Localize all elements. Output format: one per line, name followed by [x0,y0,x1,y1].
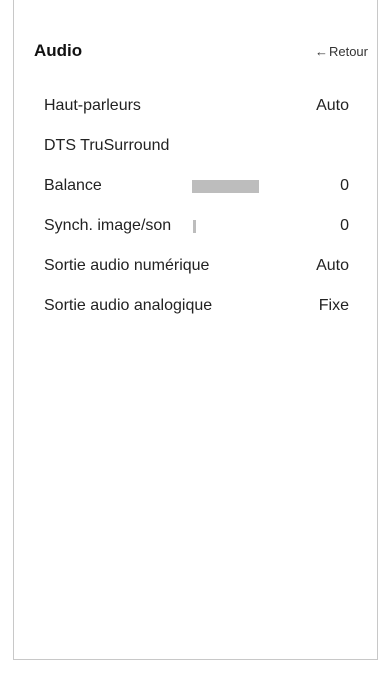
menu-item-analog-audio-out[interactable]: Sortie audio analogique Fixe [44,286,349,326]
menu-item-value: 0 [340,177,349,194]
page-title: Audio [34,41,83,60]
back-arrow-icon: ← [314,43,328,59]
menu-item-value: Auto [316,257,349,274]
menu-item-dts-trusurround[interactable]: DTS TruSurround [44,126,349,166]
balance-slider[interactable] [192,179,327,193]
lip-sync-slider[interactable] [192,219,327,233]
menu-item-speakers[interactable]: Haut-parleurs Auto [44,86,349,126]
menu-item-value: Auto [316,97,349,114]
back-label: Retour [328,43,368,59]
menu-item-value: Fixe [318,297,349,314]
panel-header: Audio ← Retour [34,38,368,64]
audio-menu: Haut-parleurs Auto DTS TruSurround Balan… [44,86,349,326]
balance-slider-fill [192,179,260,193]
back-button[interactable]: ← Retour [315,44,368,59]
menu-item-label: Sortie audio numérique [44,257,210,274]
menu-item-digital-audio-out[interactable]: Sortie audio numérique Auto [44,246,349,286]
menu-item-label: DTS TruSurround [44,137,170,154]
lip-sync-slider-fill [193,219,197,233]
menu-item-balance[interactable]: Balance 0 [44,166,349,206]
menu-item-label: Haut-parleurs [44,97,141,114]
menu-item-value: 0 [340,217,349,234]
menu-item-label: Sortie audio analogique [44,297,213,314]
menu-item-label: Balance [44,177,102,194]
audio-settings-panel: Audio ← Retour Haut-parleurs Auto DTS Tr… [13,0,378,660]
menu-item-label: Synch. image/son [44,217,172,234]
menu-item-lip-sync[interactable]: Synch. image/son 0 [44,206,349,246]
